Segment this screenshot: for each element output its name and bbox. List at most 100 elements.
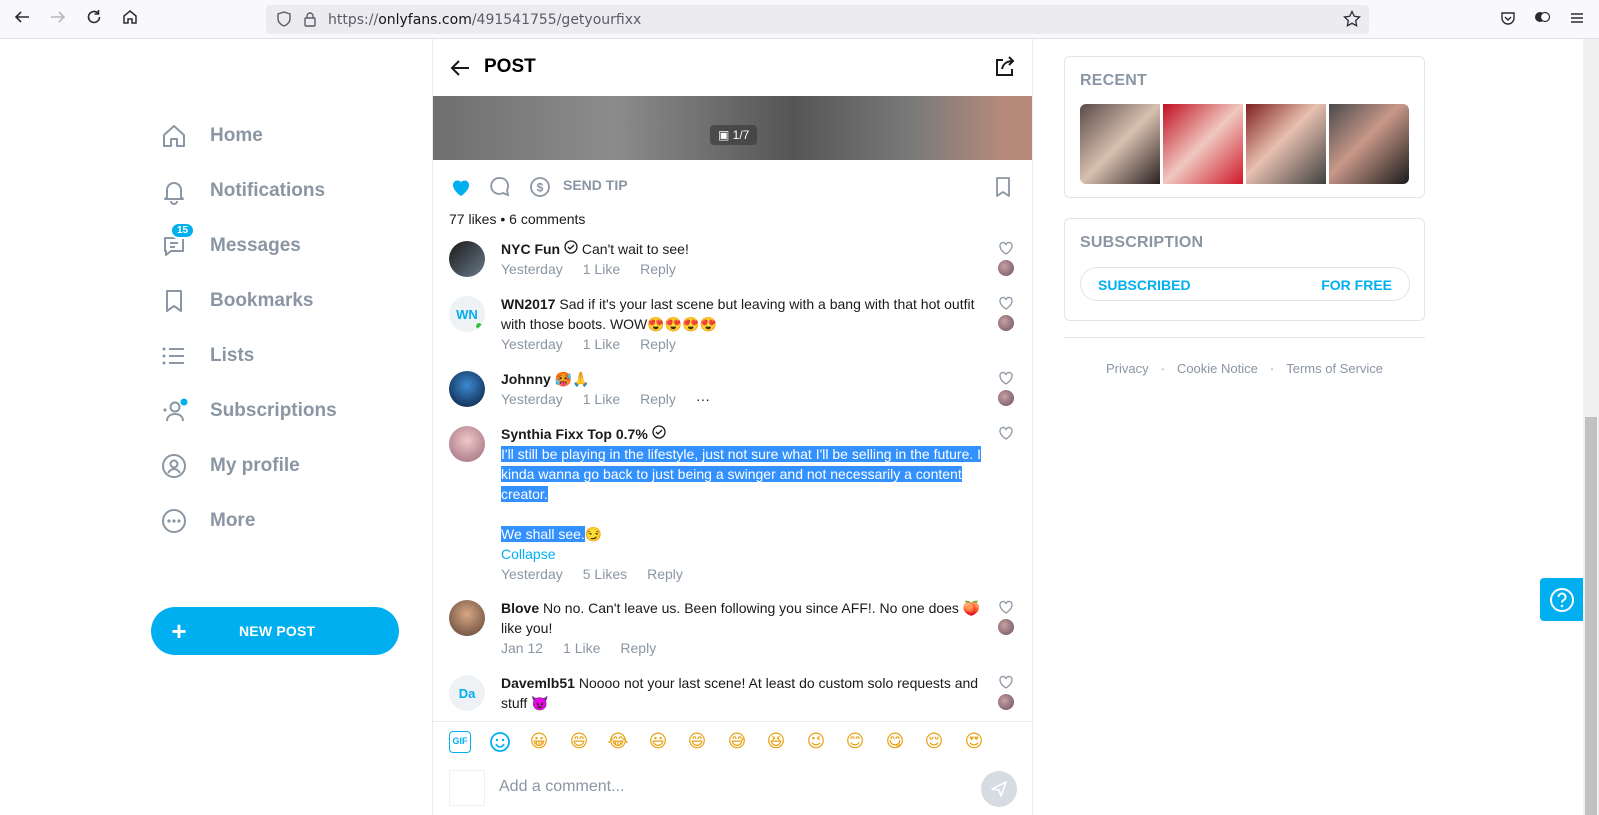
shield-icon[interactable]	[276, 11, 292, 32]
page-scrollbar[interactable]	[1583, 39, 1599, 815]
send-tip-button[interactable]: SEND TIP	[563, 177, 628, 193]
emoji-option[interactable]: 😅	[726, 731, 748, 753]
emoji-option[interactable]: 😆	[765, 731, 787, 753]
reply-link[interactable]: Reply	[647, 566, 683, 582]
heart-outline-icon[interactable]	[998, 674, 1014, 690]
post-image[interactable]: ▣ 1/7	[433, 96, 1032, 160]
dollar-icon[interactable]: $	[528, 175, 552, 204]
lock-icon[interactable]	[302, 11, 318, 32]
address-bar[interactable]: https://onlyfans.com/491541755/getyourfi…	[266, 5, 1369, 34]
pocket-icon[interactable]	[1496, 8, 1520, 32]
forward-arrow-icon[interactable]	[46, 8, 70, 32]
recent-thumbnail[interactable]	[1163, 104, 1243, 184]
recent-thumbnail[interactable]	[1246, 104, 1326, 184]
emoji-option[interactable]: 😉	[805, 731, 827, 753]
divider	[1064, 337, 1425, 338]
emoji-option[interactable]: 😋	[884, 731, 906, 753]
reply-link[interactable]: Reply	[640, 261, 676, 277]
reply-link[interactable]: Reply	[640, 336, 676, 352]
sidebar-item-bookmarks[interactable]: Bookmarks	[160, 281, 314, 321]
home-browser-icon[interactable]	[118, 8, 142, 32]
menu-icon[interactable]	[1565, 8, 1589, 32]
comment-author[interactable]: Synthia Fixx Top 0.7%	[501, 426, 648, 442]
scrollbar-thumb[interactable]	[1585, 417, 1597, 815]
cookie-notice-link[interactable]: Cookie Notice	[1177, 361, 1258, 376]
comment-likes[interactable]: 5 Likes	[583, 566, 627, 582]
reload-icon[interactable]	[82, 8, 106, 32]
emoji-option[interactable]: 😄	[686, 731, 708, 753]
reply-link[interactable]: Reply	[640, 391, 676, 407]
send-button[interactable]	[981, 771, 1017, 807]
creator-like-avatar	[998, 315, 1014, 331]
collapse-link[interactable]: Collapse	[501, 544, 983, 564]
comments-count[interactable]: 6 comments	[509, 211, 585, 227]
sidebar-item-my-profile[interactable]: My profile	[160, 446, 300, 486]
back-arrow-icon[interactable]	[10, 8, 34, 32]
new-post-button[interactable]: + NEW POST	[151, 607, 399, 655]
comment-body: Synthia Fixx Top 0.7% I'll still be play…	[501, 424, 983, 584]
emoji-option[interactable]: 😀	[528, 731, 550, 753]
help-button[interactable]	[1540, 578, 1583, 621]
likes-count[interactable]: 77 likes	[449, 211, 496, 227]
comment-icon[interactable]	[488, 175, 512, 204]
heart-outline-icon[interactable]	[998, 370, 1014, 386]
emoji-option[interactable]: 😌	[923, 731, 945, 753]
avatar[interactable]	[449, 241, 485, 277]
avatar[interactable]: WN	[449, 296, 485, 332]
back-arrow-icon[interactable]	[449, 57, 471, 84]
extensions-icon[interactable]	[1530, 8, 1554, 32]
comment-author[interactable]: Davemlb51	[501, 675, 575, 691]
creator-like-avatar	[998, 619, 1014, 635]
emoji-option[interactable]: 😃	[647, 731, 669, 753]
url-prefix: https://	[328, 12, 379, 28]
emoji-option[interactable]: 😄	[568, 731, 590, 753]
reply-link[interactable]: Reply	[620, 640, 656, 656]
sidebar-item-messages[interactable]: 15 Messages	[160, 222, 301, 266]
comment-input[interactable]	[499, 772, 959, 802]
comment-likes[interactable]: 1 Like	[583, 261, 620, 277]
right-sidebar: RECENT SUBSCRIPTION SUBSCRIBED FOR FREE …	[1033, 39, 1563, 815]
sidebar-item-home[interactable]: Home	[160, 116, 263, 156]
avatar[interactable]: Da	[449, 675, 485, 711]
comment-author[interactable]: NYC Fun	[501, 241, 560, 257]
online-indicator	[475, 322, 483, 330]
subscribed-button[interactable]: SUBSCRIBED FOR FREE	[1080, 267, 1410, 301]
heart-outline-icon[interactable]	[998, 295, 1014, 311]
heart-outline-icon[interactable]	[998, 240, 1014, 256]
terms-link[interactable]: Terms of Service	[1286, 361, 1383, 376]
sidebar-item-lists[interactable]: Lists	[160, 336, 254, 376]
emoji-option[interactable]: 😍	[963, 731, 985, 753]
comment-author[interactable]: Johnny	[501, 371, 551, 387]
sidebar-item-subscriptions[interactable]: Subscriptions	[160, 391, 337, 431]
bookmark-icon[interactable]	[991, 175, 1015, 204]
comment-likes[interactable]: 1 Like	[583, 391, 620, 407]
heart-outline-icon[interactable]	[998, 599, 1014, 615]
recent-thumbnail[interactable]	[1080, 104, 1160, 184]
heart-filled-icon[interactable]	[449, 175, 473, 204]
subscription-card: SUBSCRIPTION SUBSCRIBED FOR FREE	[1064, 218, 1425, 321]
comment-likes[interactable]: 1 Like	[563, 640, 600, 656]
comment-date: Jan 12	[501, 640, 544, 656]
emoji-option[interactable]: 😂	[607, 731, 629, 753]
emoji-option[interactable]: 😊	[844, 731, 866, 753]
recent-thumbnail[interactable]	[1329, 104, 1409, 184]
comment-author[interactable]: Blove	[501, 600, 539, 616]
emoji-picker-icon[interactable]	[489, 731, 511, 758]
avatar[interactable]	[449, 371, 485, 407]
share-icon[interactable]	[993, 56, 1015, 83]
comment-likes[interactable]: 1 Like	[583, 336, 620, 352]
comment-author[interactable]: WN2017	[501, 296, 555, 312]
gif-button[interactable]: GIF	[449, 731, 471, 753]
url-path: /491541755/getyourfixx	[471, 12, 642, 28]
more-options-icon[interactable]: ···	[696, 391, 710, 407]
avatar[interactable]	[449, 426, 485, 462]
avatar[interactable]	[449, 600, 485, 636]
image-counter-text: 1/7	[732, 128, 750, 142]
star-bookmark-icon[interactable]	[1343, 9, 1361, 33]
sidebar-item-more[interactable]: More	[160, 501, 255, 541]
footer-links: Privacy · Cookie Notice · Terms of Service	[1064, 361, 1425, 376]
privacy-link[interactable]: Privacy	[1106, 361, 1149, 376]
heart-outline-icon[interactable]	[998, 425, 1014, 441]
sidebar-item-notifications[interactable]: Notifications	[160, 171, 325, 211]
post-column: POST ▣ 1/7 $ SEND TIP 77 likes • 6 comme…	[432, 39, 1033, 815]
